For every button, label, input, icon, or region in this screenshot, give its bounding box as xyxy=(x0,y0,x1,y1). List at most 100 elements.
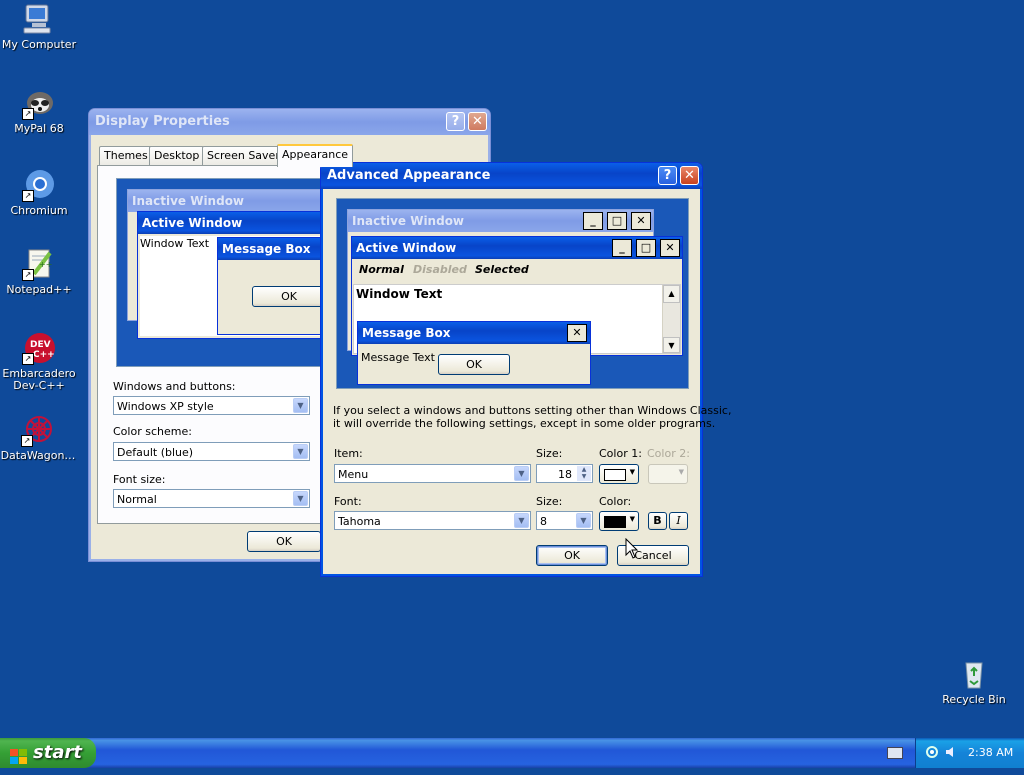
minimize-icon: _ xyxy=(583,212,603,230)
tab-desktop[interactable]: Desktop xyxy=(149,146,205,165)
color1-label: Color 1: xyxy=(599,447,642,460)
chevron-down-icon: ▼ xyxy=(514,466,529,481)
spinner-arrows-icon: ▲ ▼ xyxy=(577,466,591,481)
desktop-icon-mypal[interactable]: ↗ MyPal 68 xyxy=(0,86,79,135)
dialog-title: Advanced Appearance xyxy=(327,168,491,183)
windows-logo-icon xyxy=(10,745,27,764)
start-label: start xyxy=(33,742,82,763)
mouse-cursor-icon xyxy=(625,537,639,563)
item-label: Item: xyxy=(334,447,363,460)
item-size-label: Size: xyxy=(536,447,563,460)
network-icon[interactable] xyxy=(926,745,938,759)
preview-inactive-title: Inactive Window xyxy=(128,190,327,212)
preview-scrollbar: ▲ ▼ xyxy=(662,285,680,353)
font-color-picker[interactable]: ▼ xyxy=(599,511,639,531)
preview-window-text: Window Text xyxy=(356,287,443,301)
desktop-icon-chromium[interactable]: ↗ Chromium xyxy=(0,168,79,217)
font-size-select[interactable]: 8 ▼ xyxy=(536,511,593,530)
desktop-icon-notepadpp[interactable]: ++ ↗ Notepad++ xyxy=(0,247,79,296)
tab-themes[interactable]: Themes xyxy=(99,146,153,165)
preview-message-text: Message Text xyxy=(361,351,435,364)
preview-menu-normal: Normal xyxy=(359,263,404,276)
advanced-appearance-dialog[interactable]: Advanced Appearance ? ✕ Inactive Window … xyxy=(320,162,731,577)
info-text-line2: it will override the following settings,… xyxy=(333,417,716,430)
chevron-down-icon: ▼ xyxy=(514,513,529,528)
datawagon-icon: ↗ xyxy=(21,413,55,447)
desktop-icon-label: DataWagon… xyxy=(0,449,76,462)
chevron-down-icon: ▼ xyxy=(629,468,635,476)
preview-active-title: Active Window xyxy=(138,212,327,234)
tab-screen-saver[interactable]: Screen Saver xyxy=(202,146,285,165)
desktop-icon-label: Chromium xyxy=(10,204,68,217)
close-button[interactable]: ✕ xyxy=(468,112,487,131)
color-scheme-select[interactable]: Default (blue) ▼ xyxy=(113,442,310,461)
advanced-preview[interactable]: Inactive Window _ □ ✕ Active Window _ □ … xyxy=(336,198,689,389)
desktop-icon-label: Recycle Bin xyxy=(942,693,1006,706)
display-properties-titlebar[interactable]: Display Properties ? ✕ xyxy=(89,109,490,135)
font-select[interactable]: Tahoma ▼ xyxy=(334,511,531,530)
item-select[interactable]: Menu ▼ xyxy=(334,464,531,483)
notepad-plus-plus-icon: ++ ↗ xyxy=(22,247,56,281)
font-label: Font: xyxy=(334,495,362,508)
desktop-icon-recycle-bin[interactable]: Recycle Bin xyxy=(934,657,1014,706)
maximize-icon: □ xyxy=(636,239,656,257)
window-title: Display Properties xyxy=(95,114,230,129)
windows-and-buttons-select[interactable]: Windows XP style ▼ xyxy=(113,396,310,415)
desktop-icon-datawagon[interactable]: ↗ DataWagon… xyxy=(0,413,78,462)
color1-swatch xyxy=(604,469,626,481)
start-button[interactable]: start xyxy=(0,738,96,768)
maximize-icon: □ xyxy=(607,212,627,230)
color2-label: Color 2: xyxy=(647,447,690,460)
preview-message-box: Message Box ✕ Message Text OK xyxy=(357,321,591,385)
raccoon-browser-icon: ↗ xyxy=(22,86,56,120)
chevron-down-icon: ▼ xyxy=(629,515,635,523)
clock[interactable]: 2:38 AM xyxy=(968,738,1013,768)
font-color-swatch xyxy=(604,516,626,528)
item-size-spinner[interactable]: 18 ▲ ▼ xyxy=(536,464,593,483)
preview-message-box-title: Message Box xyxy=(218,238,327,260)
font-size-select[interactable]: Normal ▼ xyxy=(113,489,310,508)
minimize-icon: _ xyxy=(612,239,632,257)
appearance-preview: Inactive Window Active Window Window Tex… xyxy=(116,178,328,367)
recycle-bin-icon xyxy=(957,657,991,691)
preview-menu-selected: Selected xyxy=(475,263,529,276)
svg-text:++: ++ xyxy=(39,260,52,269)
ok-button[interactable]: OK xyxy=(247,531,321,552)
help-button[interactable]: ? xyxy=(446,112,465,131)
italic-toggle[interactable]: I xyxy=(669,512,688,530)
volume-icon[interactable] xyxy=(944,745,956,759)
scroll-up-icon: ▲ xyxy=(663,285,680,303)
windows-and-buttons-label: Windows and buttons: xyxy=(113,380,236,393)
svg-text:DEV: DEV xyxy=(30,340,51,350)
help-button[interactable]: ? xyxy=(658,166,677,185)
keyboard-icon[interactable] xyxy=(887,747,903,759)
preview-ok-button: OK xyxy=(252,286,326,307)
preview-menu-bar: Normal Disabled Selected xyxy=(354,261,680,279)
color1-picker[interactable]: ▼ xyxy=(599,464,639,484)
desktop-icon-label: My Computer xyxy=(1,38,77,51)
svg-text:C++: C++ xyxy=(33,350,55,360)
tab-appearance[interactable]: Appearance xyxy=(277,144,354,167)
info-text-line1: If you select a windows and buttons sett… xyxy=(333,404,732,417)
font-size-label: Size: xyxy=(536,495,563,508)
bold-toggle[interactable]: B xyxy=(648,512,667,530)
chevron-down-icon: ▼ xyxy=(678,468,684,476)
desktop-icon-devcpp[interactable]: DEV C++ ↗ Embarcadero Dev-C++ xyxy=(0,331,79,392)
chevron-down-icon: ▼ xyxy=(293,444,308,459)
preview-message-box: Message Box OK xyxy=(217,237,327,335)
desktop-icon-my-computer[interactable]: My Computer xyxy=(0,2,79,51)
ok-button[interactable]: OK xyxy=(536,545,608,566)
close-icon: ✕ xyxy=(631,212,651,230)
close-button[interactable]: ✕ xyxy=(680,166,699,185)
desktop-icon-label: Embarcadero Dev-C++ xyxy=(2,367,76,392)
devcpp-icon: DEV C++ ↗ xyxy=(22,331,56,365)
preview-message-box-title: Message Box ✕ xyxy=(358,322,590,344)
preview-inactive-title: Inactive Window _ □ ✕ xyxy=(348,210,653,232)
close-icon: ✕ xyxy=(660,239,680,257)
advanced-appearance-titlebar[interactable]: Advanced Appearance ? ✕ xyxy=(321,163,702,189)
close-icon: ✕ xyxy=(567,324,587,342)
color-scheme-label: Color scheme: xyxy=(113,425,192,438)
desktop-icon-label: MyPal 68 xyxy=(14,122,64,135)
system-tray: 2:38 AM xyxy=(915,738,1024,768)
taskbar: start 2:38 AM xyxy=(0,738,1024,768)
